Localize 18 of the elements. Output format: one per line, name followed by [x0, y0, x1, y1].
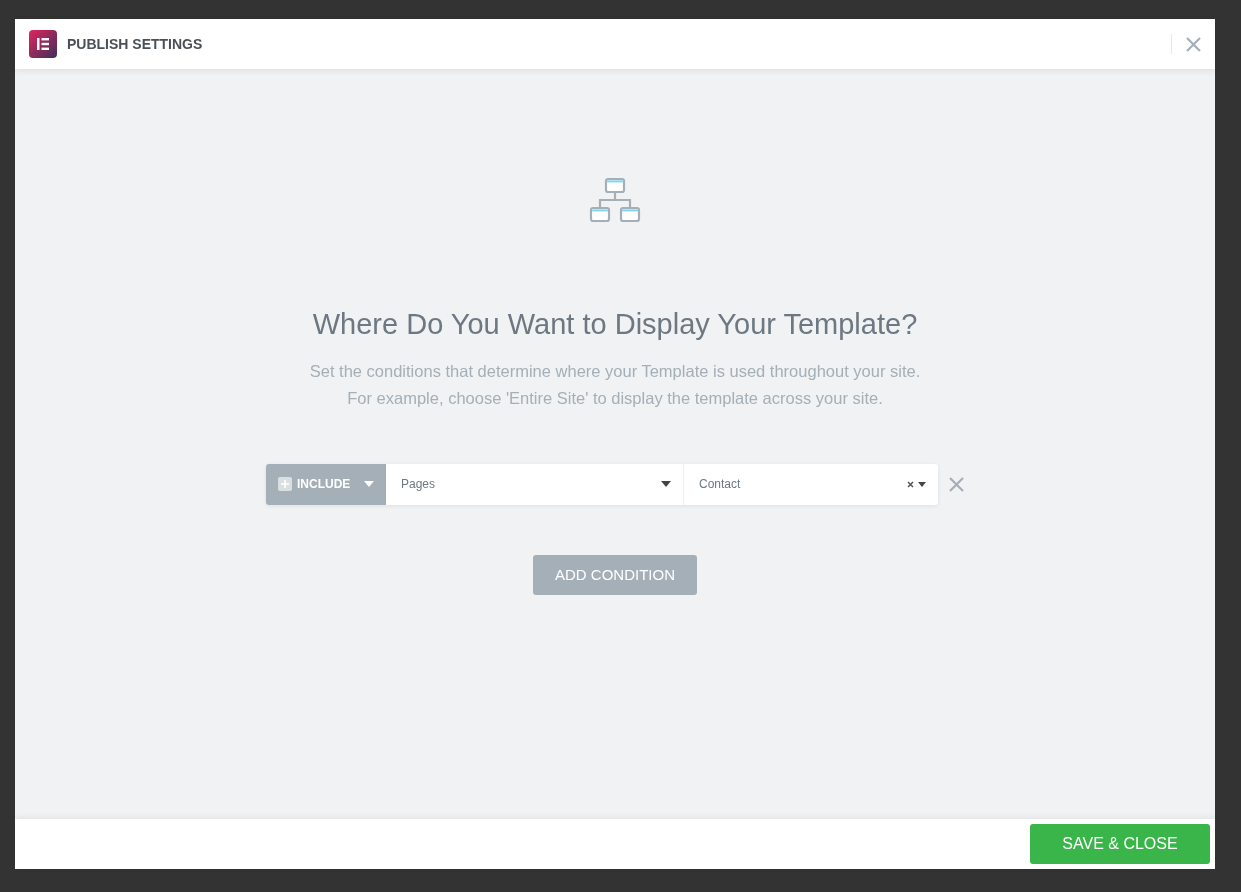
dialog-heading: Where Do You Want to Display Your Template? — [312, 307, 918, 342]
caret-icon — [661, 481, 671, 488]
save-close-button[interactable]: SAVE & CLOSE — [1030, 824, 1210, 864]
condition-select[interactable]: Pages — [386, 463, 684, 505]
condition-subselect[interactable]: Contact — [684, 463, 938, 505]
clear-icon[interactable] — [907, 480, 914, 488]
caret-icon — [918, 481, 926, 487]
dialog-title: PUBLISH SETTINGS — [67, 34, 203, 54]
close-button[interactable] — [1171, 34, 1201, 54]
condition-type-select[interactable]: INCLUDE — [266, 463, 386, 505]
caret-icon — [364, 481, 374, 488]
description-text: For example, choose 'Entire Site' to display the template across your site. — [346, 387, 884, 409]
logo-icon — [29, 30, 57, 58]
remove-condition-button[interactable] — [949, 476, 964, 492]
plus-icon — [278, 477, 292, 492]
add-condition-button[interactable]: ADD CONDITION — [533, 554, 697, 595]
description-text: Set the conditions that determine where your Template is used throughout your site. — [309, 360, 921, 382]
sitemap-icon — [589, 177, 641, 225]
